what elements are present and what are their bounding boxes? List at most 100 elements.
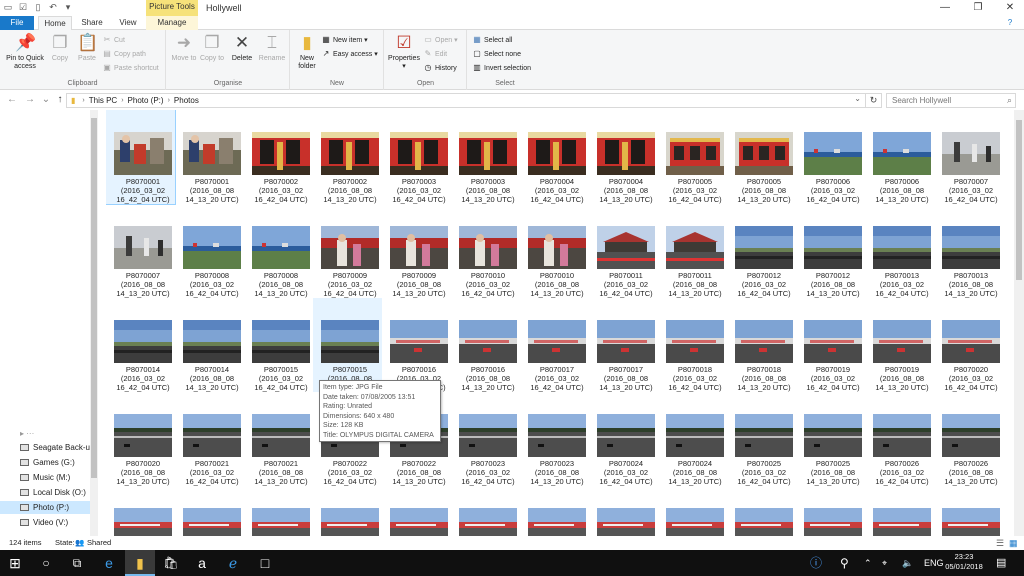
refresh-button[interactable]: ↻ (866, 93, 882, 108)
file-item[interactable]: P8070015 (2016_03_02 16_42_04 UTC) (244, 298, 313, 392)
search-input[interactable]: Search Hollywell ⌕ (886, 93, 1016, 108)
nav-item-music[interactable]: Music (M:) (20, 471, 70, 484)
select-none-button[interactable]: ▢ Select none (472, 48, 521, 59)
history-button[interactable]: ◷ History (423, 62, 457, 73)
file-item[interactable] (451, 486, 520, 536)
file-item[interactable]: P8070018 (2016_08_08 14_13_20 UTC) (727, 298, 796, 392)
recent-locations-button[interactable]: ⌄ (40, 94, 52, 106)
file-item[interactable] (175, 486, 244, 536)
clock[interactable]: 23:23 05/01/2018 (944, 552, 984, 572)
file-item[interactable]: P8070011 (2016_08_08 14_13_20 UTC) (658, 204, 727, 298)
file-item[interactable]: P8070006 (2016_08_08 14_13_20 UTC) (865, 110, 934, 204)
file-item[interactable]: P8070005 (2016_03_02 16_42_04 UTC) (658, 110, 727, 204)
paste-button[interactable]: 📋 Paste (74, 33, 100, 63)
file-item[interactable]: P8070001 (2016_08_08 14_13_20 UTC) (175, 110, 244, 204)
file-item[interactable]: P8070004 (2016_03_02 16_42_04 UTC) (520, 110, 589, 204)
tab-share[interactable]: Share (76, 16, 108, 30)
new-folder-button[interactable]: ▮ New folder (293, 33, 321, 71)
file-item[interactable] (313, 486, 382, 536)
address-bar[interactable]: ▮ › This PC › Photo (P:) › Photos ⌄ (66, 93, 866, 108)
help-icon[interactable]: ? (1000, 16, 1020, 30)
forward-button[interactable]: → (24, 94, 36, 106)
new-folder-icon[interactable]: ▯ (33, 2, 43, 12)
details-view-icon[interactable]: ☰ (996, 536, 1004, 550)
breadcrumb-photos[interactable]: Photos (174, 96, 199, 105)
invert-selection-button[interactable]: ▥ Invert selection (472, 62, 531, 73)
tab-manage[interactable]: Manage (146, 16, 198, 30)
people-icon[interactable]: ⚲ (840, 550, 849, 576)
breadcrumb-photo-drive[interactable]: Photo (P:) (128, 96, 164, 105)
network-icon[interactable]: ⌖ (882, 550, 887, 576)
file-item[interactable] (796, 486, 865, 536)
file-item[interactable]: P8070019 (2016_08_08 14_13_20 UTC) (865, 298, 934, 392)
delete-button[interactable]: ✕ Delete (229, 33, 255, 63)
file-item[interactable]: P8070026 (2016_08_08 14_13_20 UTC) (934, 392, 1003, 486)
tab-file[interactable]: File (0, 16, 34, 30)
file-item[interactable]: P8070018 (2016_03_02 16_42_04 UTC) (658, 298, 727, 392)
file-item[interactable]: P8070010 (2016_03_02 16_42_04 UTC) (451, 204, 520, 298)
nav-item-photo[interactable]: Photo (P:) (0, 501, 90, 514)
content-scrollbar-thumb[interactable] (1016, 120, 1022, 280)
easy-access-button[interactable]: ↗ Easy access ▾ (321, 48, 378, 59)
copy-to-button[interactable]: ❐ Copy to (199, 33, 225, 63)
file-item[interactable]: P8070009 (2016_08_08 14_13_20 UTC) (382, 204, 451, 298)
undo-icon[interactable]: ↶ (48, 2, 58, 12)
tab-home[interactable]: Home (38, 16, 72, 30)
file-item[interactable]: P8070023 (2016_08_08 14_13_20 UTC) (520, 392, 589, 486)
file-item[interactable]: P8070002 (2016_08_08 14_13_20 UTC) (313, 110, 382, 204)
close-button[interactable]: ✕ (996, 0, 1024, 16)
file-item[interactable] (520, 486, 589, 536)
file-item[interactable]: P8070021 (2016_08_08 14_13_20 UTC) (244, 392, 313, 486)
cortana-icon[interactable]: ○ (31, 550, 61, 576)
file-item[interactable]: P8070025 (2016_03_02 16_42_04 UTC) (727, 392, 796, 486)
file-item[interactable]: P8070002 (2016_03_02 16_42_04 UTC) (244, 110, 313, 204)
copy-path-button[interactable]: ▤ Copy path (102, 48, 146, 59)
file-item[interactable]: P8070005 (2016_08_08 14_13_20 UTC) (727, 110, 796, 204)
file-item[interactable]: P8070024 (2016_03_02 16_42_04 UTC) (589, 392, 658, 486)
file-item[interactable]: P8070024 (2016_08_08 14_13_20 UTC) (658, 392, 727, 486)
new-item-button[interactable]: ▦ New item ▾ (321, 34, 367, 45)
maximize-button[interactable]: ❐ (964, 0, 992, 16)
nav-item-seagate[interactable]: Seagate Back-up (20, 441, 94, 454)
file-item[interactable]: P8070009 (2016_03_02 16_42_04 UTC) (313, 204, 382, 298)
properties-check-icon[interactable]: ☑ (18, 2, 28, 12)
file-item[interactable]: P8070023 (2016_03_02 16_42_04 UTC) (451, 392, 520, 486)
file-item[interactable]: P8070017 (2016_08_08 14_13_20 UTC) (589, 298, 658, 392)
back-button[interactable]: ← (6, 94, 18, 106)
file-item[interactable]: P8070006 (2016_03_02 16_42_04 UTC) (796, 110, 865, 204)
copy-button[interactable]: ❐ Copy (48, 33, 72, 63)
file-item[interactable]: P8070003 (2016_08_08 14_13_20 UTC) (451, 110, 520, 204)
paste-shortcut-button[interactable]: ▣ Paste shortcut (102, 62, 159, 73)
file-item[interactable]: P8070017 (2016_03_02 16_42_04 UTC) (520, 298, 589, 392)
file-item[interactable] (382, 486, 451, 536)
file-item[interactable]: P8070007 (2016_03_02 16_42_04 UTC) (934, 110, 1003, 204)
file-item[interactable]: P8070008 (2016_03_02 16_42_04 UTC) (175, 204, 244, 298)
up-button[interactable]: ↑ (54, 94, 66, 106)
volume-icon[interactable]: 🔈 (902, 550, 913, 576)
edge-icon[interactable]: e (94, 550, 124, 576)
tab-view[interactable]: View (112, 16, 144, 30)
file-explorer-icon[interactable]: ▮ (125, 550, 155, 576)
file-item[interactable] (589, 486, 658, 536)
chevron-down-icon[interactable]: ▾ (63, 2, 73, 12)
nav-item-video[interactable]: Video (V:) (20, 516, 68, 529)
task-view-icon[interactable]: ⧉ (62, 550, 92, 576)
minimize-button[interactable]: — (931, 0, 959, 16)
cut-button[interactable]: ✂ Cut (102, 34, 125, 45)
nav-item-games[interactable]: Games (G:) (20, 456, 75, 469)
file-item[interactable] (865, 486, 934, 536)
move-to-button[interactable]: ➜ Move to (171, 33, 197, 63)
file-item[interactable]: P8070004 (2016_08_08 14_13_20 UTC) (589, 110, 658, 204)
file-item[interactable] (244, 486, 313, 536)
chevron-down-icon[interactable]: ⌄ (854, 94, 861, 103)
file-item[interactable]: P8070013 (2016_08_08 14_13_20 UTC) (934, 204, 1003, 298)
properties-button[interactable]: ☑ Properties ▾ (387, 33, 421, 71)
open-button[interactable]: ▭ Open ▾ (423, 34, 457, 45)
nav-scrollbar-thumb[interactable] (91, 118, 97, 478)
file-item[interactable]: P8070014 (2016_03_02 16_42_04 UTC) (106, 298, 175, 392)
nav-scrollbar[interactable] (90, 110, 98, 536)
start-button[interactable]: ⊞ (0, 550, 30, 576)
file-item[interactable]: P8070021 (2016_03_02 16_42_04 UTC) (175, 392, 244, 486)
file-item[interactable]: P8070015(2016_08_0814_13_20 UTC) (313, 298, 382, 392)
file-item[interactable] (934, 486, 1003, 536)
